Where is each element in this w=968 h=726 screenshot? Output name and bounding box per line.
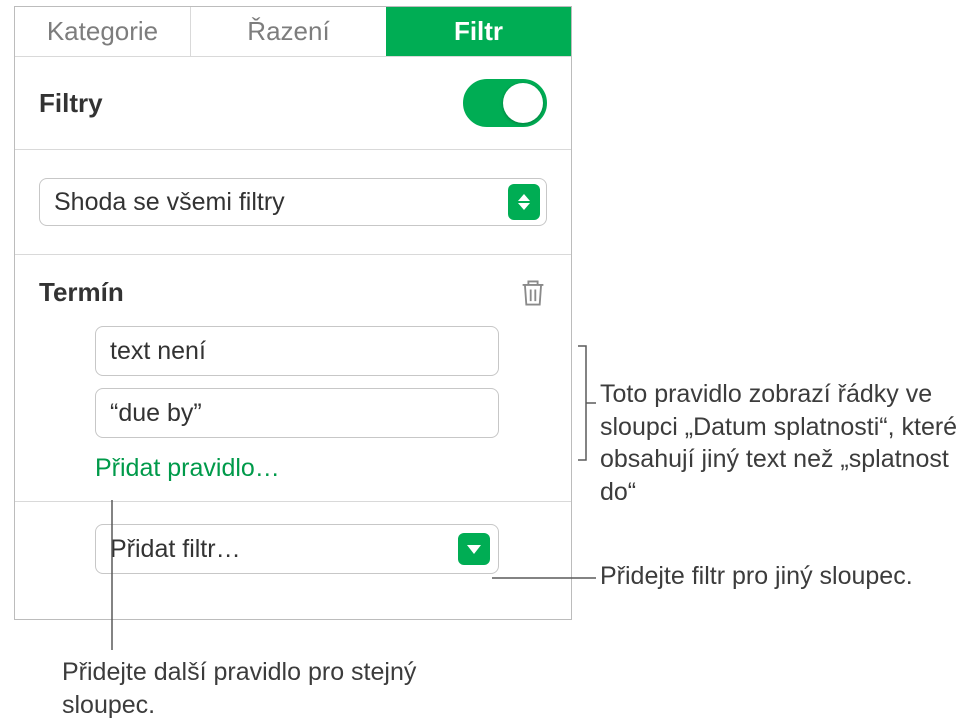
filters-heading: Filtry xyxy=(39,88,103,119)
rule-value-input[interactable]: “due by” xyxy=(95,388,499,438)
chevron-down-icon xyxy=(458,533,490,565)
rule-value-text: “due by” xyxy=(110,399,202,428)
tab-razeni[interactable]: Řazení xyxy=(190,7,386,56)
rule-condition-select[interactable]: text není xyxy=(95,326,499,376)
add-filter-label: Přidat filtr… xyxy=(110,535,241,564)
match-mode-select[interactable]: Shoda se všemi filtry xyxy=(39,178,547,226)
callout-rule-desc: Toto pravidlo zobrazí řádky ve sloupci „… xyxy=(600,378,960,508)
tabs: Kategorie Řazení Filtr xyxy=(15,7,571,57)
match-mode-section: Shoda se všemi filtry xyxy=(15,150,571,255)
rule-condition-text: text není xyxy=(110,337,206,366)
add-filter-select[interactable]: Přidat filtr… xyxy=(95,524,499,574)
updown-arrows-icon xyxy=(508,184,540,220)
add-filter-section: Přidat filtr… xyxy=(15,502,571,600)
rule-column-label: Termín xyxy=(39,277,124,308)
filters-toggle[interactable] xyxy=(463,79,547,127)
rule-section: Termín text není “due by” Přidat pravidl… xyxy=(15,255,571,502)
trash-icon[interactable] xyxy=(519,278,547,308)
match-mode-label: Shoda se všemi filtry xyxy=(54,188,285,217)
filters-header-section: Filtry xyxy=(15,57,571,150)
callout-add-rule-desc: Přidejte další pravidlo pro stejný sloup… xyxy=(62,656,442,721)
tab-kategorie[interactable]: Kategorie xyxy=(15,7,190,56)
callout-add-filter-desc: Přidejte filtr pro jiný sloupec. xyxy=(600,560,940,593)
toggle-knob xyxy=(503,83,543,123)
tab-filtr[interactable]: Filtr xyxy=(386,7,571,56)
add-rule-link[interactable]: Přidat pravidlo… xyxy=(95,450,547,483)
filter-panel: Kategorie Řazení Filtr Filtry Shoda se v… xyxy=(14,6,572,620)
